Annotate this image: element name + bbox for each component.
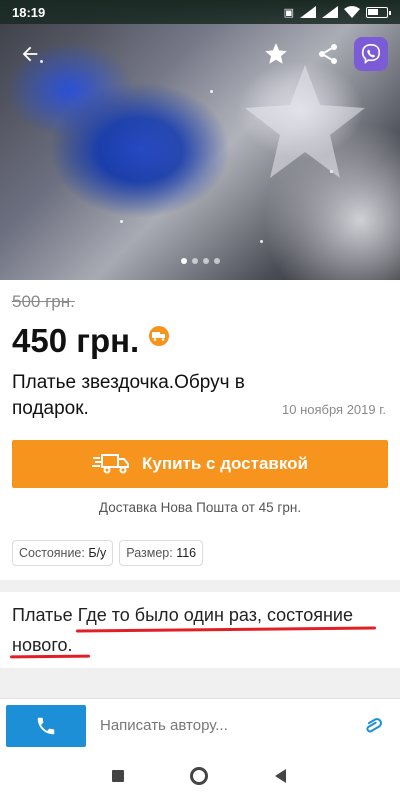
truck-icon: [92, 454, 129, 474]
wifi-icon: [344, 6, 360, 18]
chip-value: 116: [176, 546, 197, 560]
sparkle: [210, 90, 213, 93]
gallery-dot[interactable]: [191, 258, 198, 264]
share-icon: [319, 44, 337, 64]
price-row: 450 грн.: [12, 322, 170, 360]
gallery-indicator: [0, 258, 400, 264]
attribute-chips: Состояние: Б/у Размер: 116: [12, 540, 204, 566]
listing-date: 10 ноября 2019 г.: [282, 402, 386, 417]
arrow-left-icon: [22, 46, 38, 62]
home-button[interactable]: [190, 767, 208, 785]
signal-icon: [300, 6, 316, 18]
buy-button-label: Купить с доставкой: [142, 454, 308, 473]
viber-icon: [361, 44, 381, 64]
call-button[interactable]: [6, 704, 86, 747]
recent-apps-button[interactable]: [112, 770, 124, 782]
chip-label: Состояние:: [19, 546, 85, 560]
section-divider: [0, 668, 400, 698]
chip-value: Б/у: [88, 546, 107, 560]
contact-bar: [0, 698, 400, 752]
attach-button[interactable]: [354, 706, 394, 746]
status-time: 18:19: [12, 4, 46, 20]
notification-icon: ▣: [283, 6, 294, 19]
system-nav-bar: [0, 752, 400, 800]
battery-icon: [366, 6, 391, 18]
gallery-dot[interactable]: [213, 258, 220, 264]
buy-with-delivery-button[interactable]: Купить с доставкой: [12, 440, 388, 488]
star-ornament: [245, 65, 365, 178]
section-divider: [0, 580, 400, 592]
chip-label: Размер:: [126, 546, 173, 560]
signal-icon: [322, 6, 338, 18]
sparkle: [120, 220, 123, 223]
current-price: 450 грн.: [12, 322, 140, 359]
sparkle: [260, 240, 263, 243]
old-price: 500 грн.: [12, 292, 75, 311]
delivery-info: Доставка Нова Пошта от 45 грн.: [98, 500, 302, 515]
gallery-dot[interactable]: [180, 258, 187, 264]
delivery-badge-icon: [149, 326, 170, 346]
status-bar: 18:19 ▣: [0, 0, 400, 24]
paperclip-icon: [366, 717, 382, 732]
photo-toolbar: [0, 30, 400, 78]
viber-button[interactable]: [354, 37, 388, 71]
message-input[interactable]: [100, 717, 354, 734]
listing-title: Платье звездочка.Обруч в подарок.: [12, 372, 245, 419]
condition-chip: Состояние: Б/у: [12, 540, 114, 566]
gallery-dot[interactable]: [202, 258, 209, 264]
sparkle: [330, 170, 333, 173]
star-icon: [265, 43, 287, 64]
share-button[interactable]: [310, 36, 346, 72]
phone-icon: [37, 717, 55, 734]
favorite-button[interactable]: [258, 36, 294, 72]
back-nav-icon[interactable]: [274, 769, 288, 783]
size-chip: Размер: 116: [119, 540, 204, 566]
back-button[interactable]: [12, 36, 48, 72]
status-icons: ▣: [283, 6, 391, 19]
